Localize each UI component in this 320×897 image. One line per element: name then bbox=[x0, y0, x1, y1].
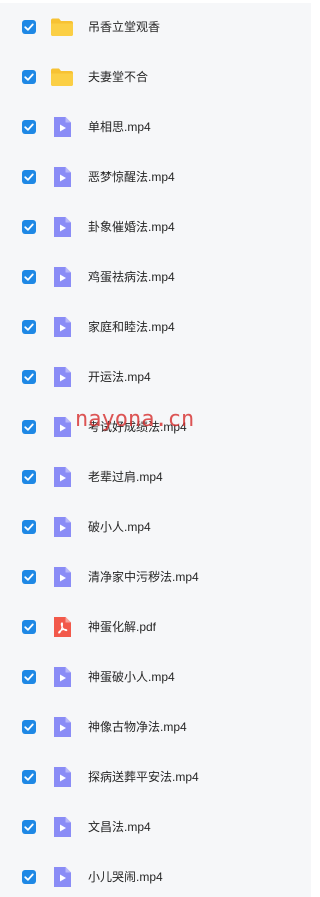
file-name[interactable]: 探病送葬平安法.mp4 bbox=[88, 769, 199, 785]
video-file-icon bbox=[50, 715, 74, 739]
file-name[interactable]: 鸡蛋祛病法.mp4 bbox=[88, 269, 175, 285]
select-checkbox[interactable] bbox=[22, 570, 36, 584]
file-row[interactable]: 小儿哭闹.mp4 bbox=[0, 853, 311, 897]
select-checkbox[interactable] bbox=[22, 620, 36, 634]
select-checkbox[interactable] bbox=[22, 320, 36, 334]
file-row[interactable]: 神蛋化解.pdf bbox=[0, 603, 311, 653]
file-row[interactable]: 清净家中污秽法.mp4 bbox=[0, 553, 311, 603]
file-row[interactable]: 恶梦惊醒法.mp4 bbox=[0, 153, 311, 203]
video-file-icon bbox=[50, 315, 74, 339]
video-file-icon bbox=[50, 165, 74, 189]
video-file-icon bbox=[50, 815, 74, 839]
file-row[interactable]: 神像古物净法.mp4 bbox=[0, 703, 311, 753]
file-name[interactable]: 神蛋破小人.mp4 bbox=[88, 669, 175, 685]
file-name[interactable]: 单相思.mp4 bbox=[88, 119, 151, 135]
video-file-icon bbox=[50, 765, 74, 789]
select-checkbox[interactable] bbox=[22, 370, 36, 384]
select-checkbox[interactable] bbox=[22, 120, 36, 134]
video-file-icon bbox=[50, 465, 74, 489]
file-row[interactable]: 探病送葬平安法.mp4 bbox=[0, 753, 311, 803]
video-file-icon bbox=[50, 115, 74, 139]
video-file-icon bbox=[50, 515, 74, 539]
video-file-icon bbox=[50, 265, 74, 289]
select-checkbox[interactable] bbox=[22, 770, 36, 784]
select-checkbox[interactable] bbox=[22, 220, 36, 234]
video-file-icon bbox=[50, 415, 74, 439]
select-checkbox[interactable] bbox=[22, 820, 36, 834]
file-name[interactable]: 开运法.mp4 bbox=[88, 369, 151, 385]
folder-icon bbox=[50, 15, 74, 39]
file-name[interactable]: 清净家中污秽法.mp4 bbox=[88, 569, 199, 585]
file-list: 吊香立堂观香 夫妻堂不合单相思.mp4 恶梦惊醒法.mp4 卦象催婚法.mp4 鸡蛋祛病… bbox=[0, 3, 311, 897]
select-checkbox[interactable] bbox=[22, 870, 36, 884]
select-checkbox[interactable] bbox=[22, 470, 36, 484]
file-row[interactable]: 神蛋破小人.mp4 bbox=[0, 653, 311, 703]
file-row[interactable]: 卦象催婚法.mp4 bbox=[0, 203, 311, 253]
video-file-icon bbox=[50, 865, 74, 889]
file-name[interactable]: 卦象催婚法.mp4 bbox=[88, 219, 175, 235]
select-checkbox[interactable] bbox=[22, 70, 36, 84]
file-name[interactable]: 破小人.mp4 bbox=[88, 519, 151, 535]
file-name[interactable]: 文昌法.mp4 bbox=[88, 819, 151, 835]
file-name[interactable]: 夫妻堂不合 bbox=[88, 69, 148, 85]
watermark-text: nayona.cn bbox=[75, 407, 195, 432]
file-name[interactable]: 神蛋化解.pdf bbox=[88, 619, 156, 635]
video-file-icon bbox=[50, 565, 74, 589]
file-row[interactable]: 老辈过肩.mp4 bbox=[0, 453, 311, 503]
select-checkbox[interactable] bbox=[22, 670, 36, 684]
file-name[interactable]: 神像古物净法.mp4 bbox=[88, 719, 187, 735]
file-row[interactable]: 吊香立堂观香 bbox=[0, 3, 311, 53]
file-row[interactable]: 破小人.mp4 bbox=[0, 503, 311, 553]
file-name[interactable]: 吊香立堂观香 bbox=[88, 19, 160, 35]
pdf-file-icon bbox=[50, 615, 74, 639]
file-row[interactable]: 单相思.mp4 bbox=[0, 103, 311, 153]
select-checkbox[interactable] bbox=[22, 420, 36, 434]
video-file-icon bbox=[50, 365, 74, 389]
select-checkbox[interactable] bbox=[22, 270, 36, 284]
video-file-icon bbox=[50, 665, 74, 689]
file-name[interactable]: 老辈过肩.mp4 bbox=[88, 469, 163, 485]
select-checkbox[interactable] bbox=[22, 520, 36, 534]
file-name[interactable]: 小儿哭闹.mp4 bbox=[88, 869, 163, 885]
file-row[interactable]: 开运法.mp4 bbox=[0, 353, 311, 403]
select-checkbox[interactable] bbox=[22, 720, 36, 734]
video-file-icon bbox=[50, 215, 74, 239]
file-name[interactable]: 恶梦惊醒法.mp4 bbox=[88, 169, 175, 185]
folder-icon bbox=[50, 65, 74, 89]
file-row[interactable]: 家庭和睦法.mp4 bbox=[0, 303, 311, 353]
file-row[interactable]: 鸡蛋祛病法.mp4 bbox=[0, 253, 311, 303]
file-row[interactable]: 文昌法.mp4 bbox=[0, 803, 311, 853]
select-checkbox[interactable] bbox=[22, 170, 36, 184]
file-name[interactable]: 家庭和睦法.mp4 bbox=[88, 319, 175, 335]
select-checkbox[interactable] bbox=[22, 20, 36, 34]
file-row[interactable]: 夫妻堂不合 bbox=[0, 53, 311, 103]
